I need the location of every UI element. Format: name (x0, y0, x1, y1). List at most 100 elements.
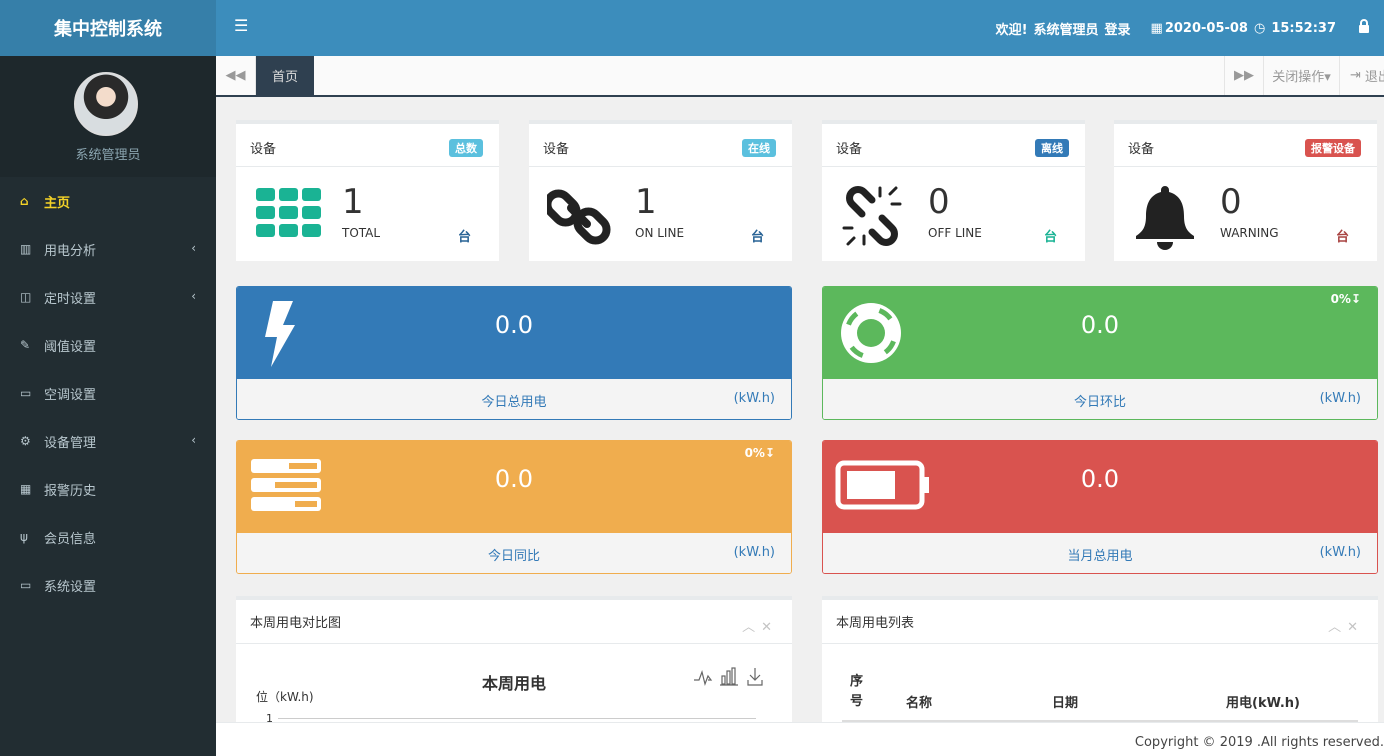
sidebar-item-threshold-settings[interactable]: ✎ 阈值设置 (0, 321, 216, 369)
sidebar-item-label: 主页 (44, 195, 71, 211)
backward-icon[interactable]: ◀◀ (216, 56, 256, 95)
list-panel: 本周用电列表 ︿✕ 序 号 名称 日期 用电(kW.h) (822, 596, 1378, 726)
stat-value: 1 (635, 182, 657, 222)
status-badge: 离线 (1035, 139, 1069, 157)
lock-icon[interactable] (1358, 19, 1370, 37)
stat-unit: 台 (1335, 230, 1349, 245)
forward-icon[interactable]: ▶▶ (1224, 56, 1264, 95)
sidebar-item-home[interactable]: ⌂ 主页 (0, 177, 216, 225)
panel-title: 本周用电对比图 (250, 616, 342, 631)
tab-home[interactable]: 首页 (256, 56, 314, 95)
card-value: 0.0 (1080, 465, 1120, 493)
card-today-mom: 0.0 0%↧ 今日环比 (kW.h) (822, 286, 1378, 420)
download-icon (747, 668, 763, 686)
close-operations-dropdown[interactable]: 关闭操作▾ (1264, 56, 1340, 95)
stat-value: 1 (342, 182, 364, 222)
sidebar-item-label: 定时设置 (44, 291, 97, 307)
card-label[interactable]: 今日总用电 (237, 391, 791, 410)
card-unit: (kW.h) (1319, 545, 1361, 560)
status-badge: 在线 (742, 139, 776, 157)
stat-title: 设备 (1128, 142, 1155, 157)
battery-icon: ▭ (20, 386, 32, 400)
bars-icon[interactable]: ☰ (234, 16, 248, 36)
sign-out-icon: ⇥ (1350, 68, 1361, 83)
gear-icon: ⚙ (20, 434, 31, 448)
stat-subtitle: ON LINE (635, 226, 685, 240)
grid-icon (254, 184, 324, 248)
stat-card-online: 设备 在线 1 ON LINE 台 (529, 120, 792, 261)
chart-toolbox (692, 666, 768, 688)
column-header-power: 用电(kW.h) (1226, 696, 1301, 711)
link-icon (543, 184, 617, 248)
card-month-total: 0.0 当月总用电 (kW.h) (822, 440, 1378, 574)
card-unit: (kW.h) (733, 545, 775, 560)
user-name-link[interactable]: 系统管理员 (1034, 19, 1099, 38)
card-label[interactable]: 今日同比 (237, 545, 791, 564)
sidebar-item-ac-settings[interactable]: ▭ 空调设置 (0, 369, 216, 417)
sidebar-item-device-management[interactable]: ⚙ 设备管理 ‹ (0, 417, 216, 465)
brand-title[interactable]: 集中控制系统 (0, 0, 216, 56)
bar-chart-icon: ▥ (20, 242, 32, 256)
status-badge: 报警设备 (1305, 139, 1361, 157)
column-header-name: 名称 (906, 696, 933, 711)
tabs-bar: ◀◀ 首页 ▶▶ 关闭操作▾ ⇥退出 (216, 56, 1384, 97)
sidebar-item-label: 设备管理 (44, 435, 97, 451)
bell-icon (1132, 184, 1202, 250)
stat-value: 0 (928, 182, 950, 222)
stat-unit: 台 (457, 230, 471, 245)
collapse-icon[interactable]: ︿ (742, 620, 761, 635)
sidebar-item-alarm-history[interactable]: ▦ 报警历史 (0, 465, 216, 513)
exit-label: 退出 (1364, 70, 1384, 85)
sidebar-item-member-info[interactable]: ψ 会员信息 (0, 513, 216, 561)
columns-icon: ◫ (20, 290, 32, 304)
chart-grid-line (278, 718, 756, 719)
desktop-icon: ▭ (20, 578, 32, 592)
table-icon: ▦ (20, 482, 32, 496)
calendar-icon: ▦ (1150, 20, 1163, 36)
collapse-icon[interactable]: ︿ (1328, 620, 1347, 635)
close-icon[interactable]: ✕ (1347, 620, 1364, 635)
sidebar-item-label: 阈值设置 (44, 339, 97, 355)
status-badge: 总数 (449, 139, 483, 157)
stat-unit: 台 (750, 230, 764, 245)
stat-card-warning: 设备 报警设备 0 WARNING 台 (1114, 120, 1377, 261)
top-navbar: ☰ 欢迎! 系统管理员 登录 ▦ 2020-05-08 ◷ 15:52:37 (216, 0, 1384, 56)
chevron-left-icon: ‹ (191, 289, 196, 303)
chart-y-axis-label: 位（kW.h) (256, 690, 314, 704)
sidebar: 系统管理员 ⌂ 主页 ▥ 用电分析 ‹ ◫ 定时设置 ‹ ✎ 阈值设置 ▭ 空调… (0, 56, 216, 756)
close-icon[interactable]: ✕ (761, 620, 778, 635)
sidebar-item-label: 用电分析 (44, 243, 97, 259)
card-unit: (kW.h) (1319, 391, 1361, 406)
sidebar-user-name: 系统管理员 (75, 148, 141, 163)
exit-button[interactable]: ⇥退出 (1340, 56, 1384, 95)
column-header-date: 日期 (1052, 696, 1079, 711)
login-link[interactable]: 登录 (1105, 19, 1131, 38)
card-unit: (kW.h) (733, 391, 775, 406)
avatar[interactable] (74, 72, 138, 136)
line-chart-icon (694, 669, 713, 687)
header-user-info: 欢迎! 系统管理员 登录 ▦ 2020-05-08 ◷ 15:52:37 (996, 0, 1370, 56)
bar-chart-icon (720, 667, 738, 686)
edit-icon: ✎ (20, 338, 31, 352)
card-today-total: 0.0 今日总用电 (kW.h) (236, 286, 792, 420)
copyright-text: Copyright © 2019 .All rights reserved. (1134, 735, 1384, 750)
percent-change: 0%↧ (1330, 292, 1361, 306)
card-label[interactable]: 今日环比 (823, 391, 1377, 410)
time-text: 15:52:37 (1271, 20, 1336, 36)
welcome-text: 欢迎! (995, 22, 1028, 38)
stat-value: 0 (1220, 182, 1242, 222)
sidebar-item-power-analysis[interactable]: ▥ 用电分析 ‹ (0, 225, 216, 273)
chart-panel: 本周用电对比图 ︿✕ 本周用电 位（kW.h) 1 (236, 596, 792, 726)
sidebar-item-system-settings[interactable]: ▭ 系统设置 (0, 561, 216, 609)
sidebar-item-label: 系统设置 (44, 579, 97, 595)
card-label[interactable]: 当月总用电 (823, 545, 1377, 564)
card-today-yoy: 0.0 0%↧ 今日同比 (kW.h) (236, 440, 792, 574)
sidebar-item-label: 会员信息 (44, 531, 97, 547)
sidebar-item-label: 报警历史 (44, 483, 97, 499)
sidebar-item-timer-settings[interactable]: ◫ 定时设置 ‹ (0, 273, 216, 321)
chevron-left-icon: ‹ (191, 433, 196, 447)
home-icon: ⌂ (20, 194, 29, 208)
date-text: 2020-05-08 (1164, 20, 1248, 36)
column-header-index: 序 号 (850, 674, 864, 709)
clock-icon: ◷ (1253, 20, 1266, 36)
